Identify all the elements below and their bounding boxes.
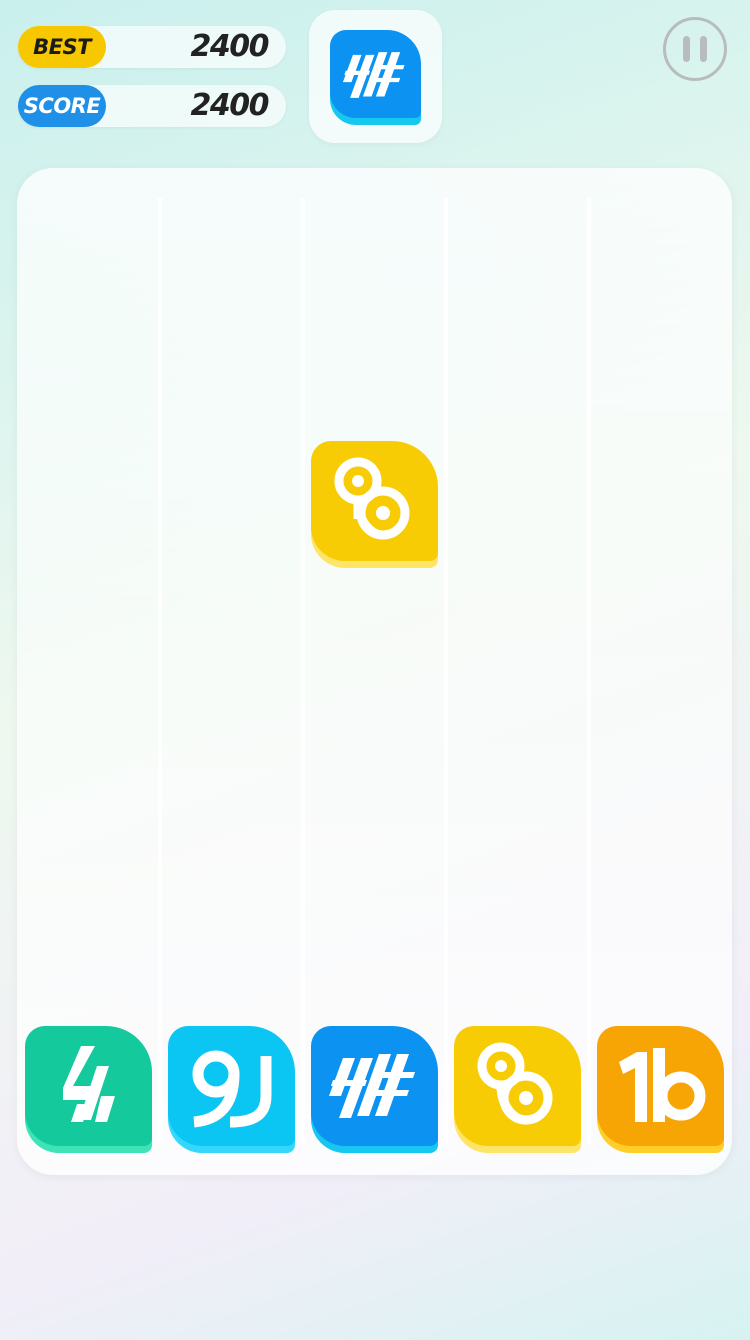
link-glyph-icon [334,457,410,540]
board-tile-col4[interactable] [454,1026,581,1153]
hf-glyph-icon [342,52,405,98]
score-value: 2400 [190,88,270,123]
pause-icon [683,36,690,62]
next-tile [330,30,421,125]
best-label: BEST [18,26,106,68]
board-tile-col3[interactable] [311,1026,438,1153]
column-divider [301,198,305,1145]
next-piece-preview [309,10,442,143]
score-label: SCORE [18,85,106,127]
game-board[interactable] [17,168,732,1175]
1b-glyph-icon [619,1048,706,1122]
hf-glyph-icon [329,1054,415,1118]
best-score-pill: BEST 2400 [18,26,286,68]
9j-glyph-icon [192,1050,272,1128]
column-divider [158,198,162,1145]
link-glyph-icon [477,1042,553,1125]
pause-button[interactable] [663,17,727,81]
board-tile-col5[interactable] [597,1026,724,1153]
board-tile-col2[interactable] [168,1026,295,1153]
column-divider [587,198,591,1145]
best-value: 2400 [190,29,270,64]
column-divider [444,198,448,1145]
falling-tile[interactable] [311,441,438,568]
board-tile-col1[interactable] [25,1026,152,1153]
lightning-glyph-icon [63,1046,115,1122]
score-pill: SCORE 2400 [18,85,286,127]
